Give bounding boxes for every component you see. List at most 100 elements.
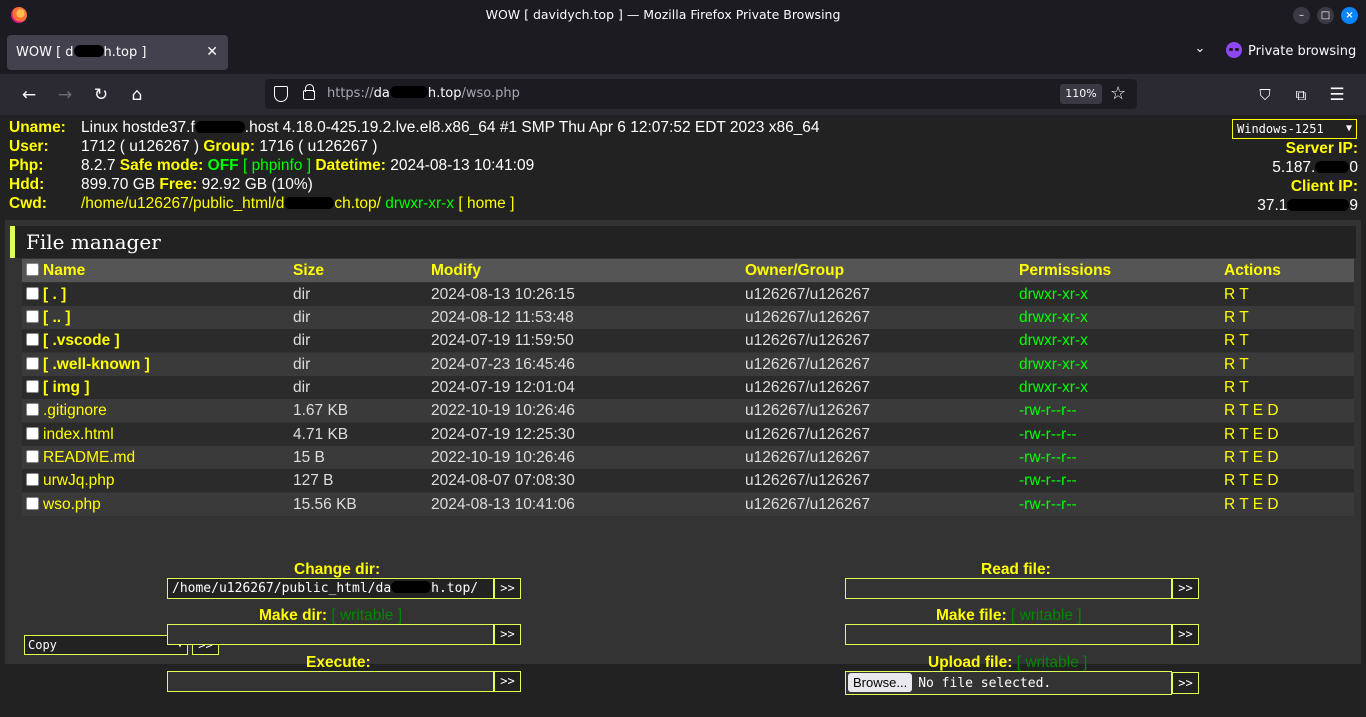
- row-actions[interactable]: R T: [1224, 329, 1249, 352]
- make-dir-input[interactable]: [167, 624, 494, 645]
- file-link[interactable]: urwJq.php: [43, 469, 115, 492]
- permissions-link[interactable]: -rw-r--r--: [1019, 446, 1077, 469]
- permissions-link[interactable]: -rw-r--r--: [1019, 399, 1077, 422]
- row-checkbox[interactable]: [26, 473, 39, 486]
- make-file-go-button[interactable]: >>: [1172, 624, 1199, 645]
- row-actions[interactable]: R T E D: [1224, 493, 1279, 516]
- home-link[interactable]: [ home ]: [458, 195, 514, 212]
- table-row[interactable]: [ img ] dir 2024-07-19 12:01:04 u126267/u12…: [22, 376, 1354, 399]
- make-file-input[interactable]: [845, 624, 1172, 645]
- upload-file-input[interactable]: Browse... No file selected.: [845, 671, 1172, 695]
- table-row[interactable]: wso.php 15.56 KB 2024-08-13 10:41:06 u12626…: [22, 493, 1354, 516]
- row-checkbox[interactable]: [26, 310, 39, 323]
- row-checkbox[interactable]: [26, 287, 39, 300]
- tab-active[interactable]: WOW [ d h.top ] ✕: [7, 35, 228, 70]
- cwd-link[interactable]: /home/u126267/public_html/d ch.top/: [81, 195, 381, 212]
- file-link[interactable]: index.html: [43, 423, 114, 446]
- table-row[interactable]: urwJq.php 127 B 2024-08-07 07:08:30 u126267…: [22, 469, 1354, 492]
- minimize-button[interactable]: –: [1293, 7, 1310, 24]
- row-actions[interactable]: R T: [1224, 353, 1249, 376]
- zoom-level-button[interactable]: 110%: [1060, 84, 1102, 104]
- url-bar[interactable]: https://da h.top/wso.php 110% ☆: [265, 79, 1137, 109]
- permissions-link[interactable]: drwxr-xr-x: [1019, 283, 1088, 306]
- maximize-button[interactable]: □: [1317, 7, 1334, 24]
- table-row[interactable]: [ .well-known ] dir 2024-07-23 16:45:46 u12…: [22, 353, 1354, 376]
- file-link[interactable]: wso.php: [43, 493, 101, 516]
- cell-modify: 2022-10-19 10:26:46: [431, 449, 575, 466]
- dir-link[interactable]: [ . ]: [43, 283, 66, 306]
- row-checkbox[interactable]: [26, 403, 39, 416]
- forward-arrow-icon[interactable]: →: [52, 82, 78, 108]
- close-window-button[interactable]: ×: [1341, 7, 1358, 24]
- menu-hamburger-icon[interactable]: ☰: [1324, 82, 1350, 108]
- change-dir-go-button[interactable]: >>: [494, 578, 521, 599]
- table-row[interactable]: [ .. ] dir 2024-08-12 11:53:48 u126267/u126…: [22, 306, 1354, 329]
- upload-go-button[interactable]: >>: [1172, 672, 1199, 694]
- php-value: 8.2.7 Safe mode: OFF [ phpinfo ] Datetim…: [81, 157, 535, 174]
- permissions-link[interactable]: drwxr-xr-x: [1019, 376, 1088, 399]
- chevron-down-icon[interactable]: ⌄: [1190, 41, 1210, 61]
- charset-select[interactable]: Windows-1251 ▼: [1232, 119, 1357, 139]
- row-actions[interactable]: R T: [1224, 283, 1249, 306]
- row-checkbox[interactable]: [26, 333, 39, 346]
- pocket-icon[interactable]: ⛉: [1252, 82, 1278, 108]
- row-actions[interactable]: R T E D: [1224, 446, 1279, 469]
- change-dir-input[interactable]: /home/u126267/public_html/da h.top/: [167, 578, 494, 599]
- bookmark-star-icon[interactable]: ☆: [1110, 81, 1126, 107]
- read-file-input[interactable]: [845, 578, 1172, 599]
- reload-icon[interactable]: ↻: [88, 82, 114, 108]
- close-tab-icon[interactable]: ✕: [206, 35, 218, 70]
- make-dir-go-button[interactable]: >>: [494, 624, 521, 645]
- row-checkbox[interactable]: [26, 497, 39, 510]
- permissions-link[interactable]: -rw-r--r--: [1019, 493, 1077, 516]
- dir-link[interactable]: [ .well-known ]: [43, 353, 150, 376]
- table-row[interactable]: README.md 15 B 2022-10-19 10:26:46 u126267/…: [22, 446, 1354, 469]
- url-text[interactable]: https://da h.top/wso.php: [327, 79, 520, 109]
- row-checkbox[interactable]: [26, 357, 39, 370]
- row-checkbox[interactable]: [26, 380, 39, 393]
- column-header[interactable]: Permissions: [1019, 259, 1111, 282]
- home-icon[interactable]: ⌂: [124, 82, 150, 108]
- cell-size: dir: [293, 379, 311, 396]
- page-content: Uname: User: Php: Hdd: Cwd: Linux hostde…: [0, 115, 1366, 717]
- dir-link[interactable]: [ img ]: [43, 376, 90, 399]
- back-arrow-icon[interactable]: ←: [16, 82, 42, 108]
- column-header[interactable]: Actions: [1224, 259, 1281, 282]
- permissions-link[interactable]: drwxr-xr-x: [1019, 353, 1088, 376]
- file-link[interactable]: .gitignore: [43, 399, 107, 422]
- browse-button[interactable]: Browse...: [848, 673, 913, 692]
- row-checkbox[interactable]: [26, 427, 39, 440]
- table-row[interactable]: [ .vscode ] dir 2024-07-19 11:59:50 u126267…: [22, 329, 1354, 352]
- cell-size: 4.71 KB: [293, 426, 349, 443]
- tracking-shield-icon[interactable]: [274, 86, 288, 102]
- read-file-go-button[interactable]: >>: [1172, 578, 1199, 599]
- dir-link[interactable]: [ .vscode ]: [43, 329, 120, 352]
- execute-input[interactable]: [167, 671, 494, 692]
- table-row[interactable]: .gitignore 1.67 KB 2022-10-19 10:26:46 u126…: [22, 399, 1354, 422]
- permissions-link[interactable]: drwxr-xr-x: [1019, 329, 1088, 352]
- table-row[interactable]: [ . ] dir 2024-08-13 10:26:15 u126267/u1262…: [22, 283, 1354, 306]
- permissions-link[interactable]: -rw-r--r--: [1019, 423, 1077, 446]
- column-header[interactable]: Modify: [431, 259, 481, 282]
- extensions-icon[interactable]: ⧉: [1288, 82, 1314, 108]
- column-header[interactable]: Owner/Group: [745, 259, 844, 282]
- row-actions[interactable]: R T E D: [1224, 399, 1279, 422]
- row-actions[interactable]: R T E D: [1224, 423, 1279, 446]
- row-actions[interactable]: R T: [1224, 376, 1249, 399]
- row-checkbox[interactable]: [26, 450, 39, 463]
- column-header[interactable]: Name: [43, 259, 85, 282]
- permissions-link[interactable]: drwxr-xr-x: [1019, 306, 1088, 329]
- permissions-link[interactable]: -rw-r--r--: [1019, 469, 1077, 492]
- column-header[interactable]: Size: [293, 259, 324, 282]
- table-row[interactable]: index.html 4.71 KB 2024-07-19 12:25:30 u126…: [22, 423, 1354, 446]
- select-all-checkbox[interactable]: [26, 263, 39, 276]
- row-actions[interactable]: R T: [1224, 306, 1249, 329]
- lock-icon[interactable]: [303, 84, 315, 100]
- phpinfo-link[interactable]: [ phpinfo ]: [243, 157, 311, 174]
- dir-link[interactable]: [ .. ]: [43, 306, 71, 329]
- row-actions[interactable]: R T E D: [1224, 469, 1279, 492]
- cell-owner: u126267/u126267: [745, 472, 870, 489]
- hdd-label: Hdd:: [9, 176, 45, 193]
- file-link[interactable]: README.md: [43, 446, 135, 469]
- execute-go-button[interactable]: >>: [494, 671, 521, 692]
